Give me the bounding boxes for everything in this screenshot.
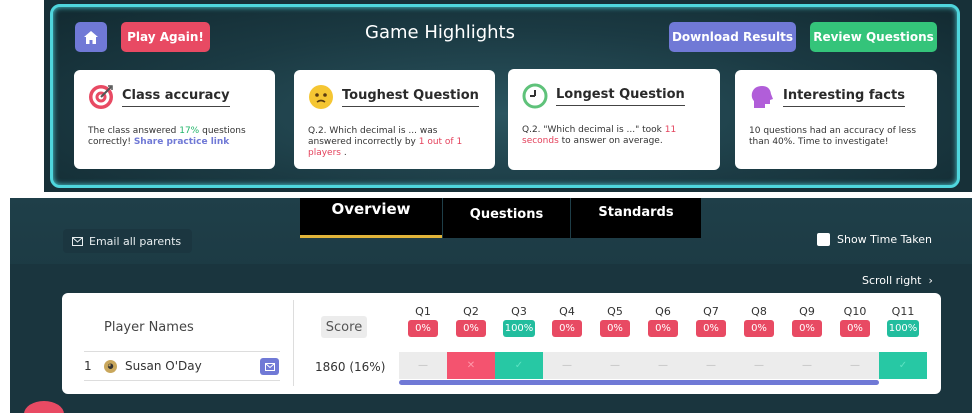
- answer-cell-unanswered[interactable]: —: [783, 352, 831, 379]
- card-header: Toughest Question: [308, 82, 481, 112]
- question-accuracy-badge: 100%: [503, 320, 535, 337]
- tab-questions[interactable]: Questions: [443, 198, 570, 238]
- card-text-part: The class answered: [88, 126, 180, 136]
- question-accuracy-badge: 0%: [744, 320, 774, 337]
- score-header: Score: [321, 316, 367, 338]
- toughest-question-card: Toughest Question Q.2. Which decimal is …: [294, 70, 495, 169]
- question-accuracy-badge: 0%: [696, 320, 726, 337]
- row-divider: [84, 351, 280, 352]
- card-header: Class accuracy: [88, 82, 261, 112]
- show-time-taken-toggle[interactable]: Show Time Taken: [817, 233, 932, 246]
- mail-icon: [72, 236, 83, 246]
- row-divider: [84, 380, 280, 381]
- answer-cell-unanswered[interactable]: —: [543, 352, 591, 379]
- horizontal-scrollbar[interactable]: [399, 380, 879, 385]
- scroll-right-label: Scroll right: [862, 274, 922, 287]
- question-header-2[interactable]: Q2: [450, 305, 492, 318]
- card-title: Toughest Question: [342, 88, 479, 107]
- card-header: Interesting facts: [749, 82, 923, 112]
- chevron-right-icon: ›: [925, 274, 933, 287]
- player-score: 1860 (16%): [315, 360, 386, 374]
- card-title: Interesting facts: [783, 88, 905, 107]
- question-header-1[interactable]: Q1: [402, 305, 444, 318]
- player-row: 1 ◕ Susan O'Day: [84, 353, 280, 379]
- question-header-6[interactable]: Q6: [642, 305, 684, 318]
- answer-cell-correct[interactable]: ✓: [495, 352, 543, 379]
- answer-cell-wrong[interactable]: ✕: [447, 352, 495, 379]
- timer-icon: [522, 83, 548, 109]
- mail-icon: [264, 362, 275, 371]
- show-time-label: Show Time Taken: [837, 233, 932, 246]
- question-header-11[interactable]: Q11: [882, 305, 924, 318]
- download-results-button[interactable]: Download Results: [669, 22, 796, 52]
- tab-overview[interactable]: Overview: [300, 198, 442, 238]
- tab-standards[interactable]: Standards: [571, 198, 701, 238]
- share-practice-link[interactable]: Share practice link: [134, 137, 229, 147]
- home-button[interactable]: [75, 22, 107, 52]
- answer-cell-unanswered[interactable]: —: [591, 352, 639, 379]
- question-header-8[interactable]: Q8: [738, 305, 780, 318]
- play-again-button[interactable]: Play Again!: [121, 22, 210, 52]
- question-header-9[interactable]: Q9: [786, 305, 828, 318]
- question-header-4[interactable]: Q4: [546, 305, 588, 318]
- question-accuracy-badge: 0%: [840, 320, 870, 337]
- player-avatar: ◕: [104, 359, 117, 373]
- confused-face-icon: [309, 85, 333, 109]
- question-header-10[interactable]: Q10: [834, 305, 876, 318]
- question-header-5[interactable]: Q5: [594, 305, 636, 318]
- answer-cell-correct[interactable]: ✓: [879, 352, 927, 379]
- card-title: Longest Question: [556, 87, 685, 106]
- interesting-facts-card: Interesting facts 10 questions had an ac…: [735, 70, 937, 169]
- head-icon: [751, 86, 773, 108]
- question-accuracy-badge: 0%: [456, 320, 486, 337]
- question-header-7[interactable]: Q7: [690, 305, 732, 318]
- card-text: 10 questions had an accuracy of less tha…: [749, 126, 917, 147]
- longest-question-card: Longest Question Q.2. "Which decimal is …: [508, 69, 720, 170]
- answer-cell-unanswered[interactable]: —: [687, 352, 735, 379]
- player-number: 1: [84, 359, 92, 373]
- card-header: Longest Question: [522, 81, 706, 111]
- email-all-parents-label: Email all parents: [89, 234, 182, 248]
- column-divider: [293, 300, 294, 386]
- answer-cell-unanswered[interactable]: —: [399, 352, 447, 379]
- stage: Play Again! Game Highlights Download Res…: [0, 0, 972, 413]
- player-names-header: Player Names: [104, 320, 194, 335]
- player-name[interactable]: Susan O'Day: [125, 359, 202, 373]
- review-questions-button[interactable]: Review Questions: [810, 22, 937, 52]
- answer-cell-unanswered[interactable]: —: [831, 352, 879, 379]
- question-accuracy-badge: 100%: [887, 320, 919, 337]
- email-all-parents-button[interactable]: Email all parents: [63, 229, 192, 253]
- email-player-button[interactable]: [260, 358, 279, 375]
- card-text-part: Q.2. "Which decimal is ..." took: [522, 125, 665, 135]
- answer-cell-unanswered[interactable]: —: [639, 352, 687, 379]
- scroll-right-button[interactable]: Scroll right ›: [862, 274, 933, 287]
- home-icon: [84, 30, 98, 44]
- question-accuracy-badge: 0%: [648, 320, 678, 337]
- question-accuracy-badge: 0%: [600, 320, 630, 337]
- question-accuracy-badge: 0%: [792, 320, 822, 337]
- card-text: Q.2. "Which decimal is ..." took 11 seco…: [522, 125, 706, 147]
- accuracy-value: 17%: [179, 126, 200, 136]
- show-time-checkbox[interactable]: [817, 233, 830, 246]
- question-accuracy-badge: 0%: [552, 320, 582, 337]
- question-header-3[interactable]: Q3: [498, 305, 540, 318]
- card-text-part: to answer on average.: [558, 136, 663, 146]
- card-text: Q.2. Which decimal is ... was answered i…: [308, 126, 481, 159]
- question-accuracy-badge: 0%: [408, 320, 438, 337]
- card-text: The class answered 17% questions correct…: [88, 126, 261, 148]
- target-icon: [89, 85, 113, 109]
- highlights-title: Game Highlights: [365, 22, 515, 43]
- card-title: Class accuracy: [122, 88, 230, 107]
- card-text-part: .: [340, 148, 347, 158]
- class-accuracy-card: Class accuracy The class answered 17% qu…: [74, 70, 275, 169]
- answer-cell-unanswered[interactable]: —: [735, 352, 783, 379]
